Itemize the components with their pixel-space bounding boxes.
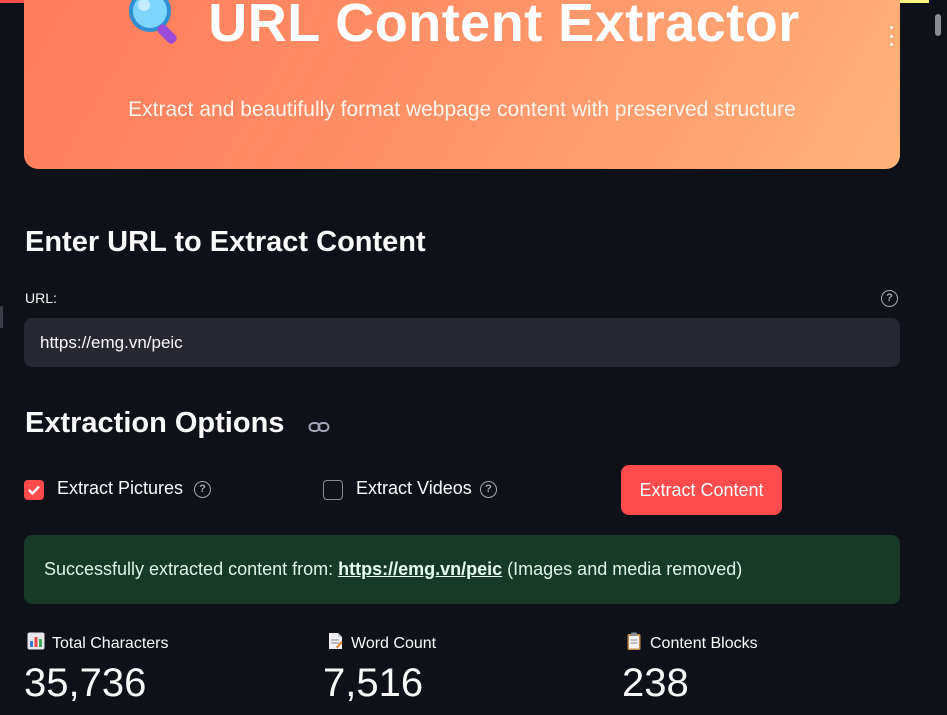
- hero-title-text: URL Content Extractor: [208, 0, 800, 53]
- hero-subtitle: Extract and beautifully format webpage c…: [128, 98, 796, 121]
- help-icon[interactable]: ?: [194, 481, 211, 498]
- options-heading: Extraction Options: [25, 407, 285, 439]
- success-suffix: (Images and media removed): [507, 559, 743, 579]
- extract-videos-checkbox[interactable]: [323, 480, 343, 500]
- magnifier-icon: [124, 0, 188, 58]
- scrollbar-thumb[interactable]: [935, 14, 941, 36]
- url-label: URL:: [25, 290, 57, 306]
- scrollbar[interactable]: [929, 0, 947, 715]
- success-prefix: Successfully extracted content from:: [44, 559, 334, 579]
- extracted-url-link[interactable]: https://emg.vn/peic: [338, 559, 502, 580]
- success-alert: Successfully extracted content from: htt…: [24, 535, 900, 604]
- metric-value-content-blocks: 238: [622, 661, 689, 705]
- extract-videos-label[interactable]: Extract Videos: [356, 478, 472, 499]
- document-icon: [326, 632, 344, 655]
- bar-chart-icon: [27, 632, 45, 655]
- clipboard-icon: [625, 632, 643, 655]
- extract-pictures-checkbox[interactable]: [24, 480, 44, 500]
- url-section-heading: Enter URL to Extract Content: [25, 226, 426, 258]
- hero-title: URL Content Extractor: [24, 0, 900, 58]
- url-input[interactable]: [24, 318, 900, 367]
- hero-banner: URL Content Extractor Extract and beauti…: [24, 0, 900, 169]
- metric-label-total-characters: Total Characters: [27, 632, 169, 655]
- main-menu-icon[interactable]: [887, 26, 895, 46]
- metric-label-word-count: Word Count: [326, 632, 436, 655]
- extract-pictures-label[interactable]: Extract Pictures: [57, 478, 183, 499]
- help-icon[interactable]: ?: [881, 290, 898, 307]
- metric-label-content-blocks: Content Blocks: [625, 632, 758, 655]
- metric-value-word-count: 7,516: [323, 661, 424, 705]
- help-icon[interactable]: ?: [480, 481, 497, 498]
- extract-content-button[interactable]: Extract Content: [621, 465, 782, 515]
- metric-value-total-characters: 35,736: [24, 661, 147, 705]
- sidebar-collapse-handle[interactable]: [0, 306, 3, 328]
- anchor-link-icon[interactable]: [308, 419, 330, 440]
